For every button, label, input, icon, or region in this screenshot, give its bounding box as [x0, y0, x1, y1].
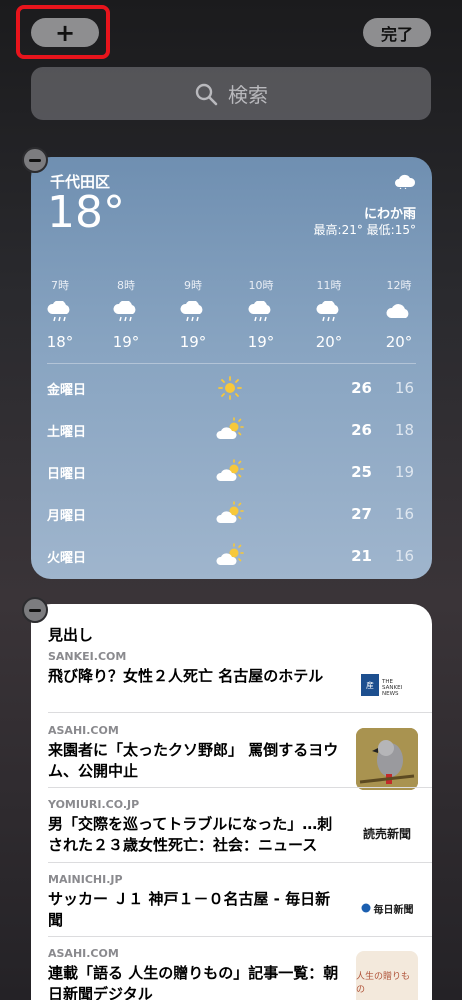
story-headline: 飛び降り？女性２人死亡 名古屋のホテル	[48, 667, 324, 685]
daily-row: 火曜日 21 16	[47, 535, 416, 577]
hour-temp: 20°	[385, 333, 413, 351]
news-story[interactable]: MAINICHI.JP サッカー Ｊ１ 神戸１－０名古屋 - 毎日新聞 毎日新聞	[48, 873, 418, 931]
day-high: 21	[351, 547, 372, 565]
day-name: 土曜日	[47, 424, 87, 440]
day-high: 27	[351, 505, 372, 523]
weather-hilo: 最高:21° 最低:15°	[313, 223, 416, 237]
svg-text:NEWS: NEWS	[382, 691, 399, 697]
divider	[48, 787, 432, 788]
remove-weather-widget-button[interactable]	[22, 147, 48, 173]
mainichi-logo-text: 毎日新聞	[373, 904, 414, 916]
rain-icon	[248, 300, 271, 322]
thumbnail-text: 人生の贈りもの	[356, 972, 411, 995]
day-low: 18	[394, 421, 414, 439]
day-low: 16	[394, 379, 414, 397]
hourly-item: 7時 18°	[38, 277, 82, 351]
partly-cloudy-icon	[216, 417, 244, 439]
day-name: 月曜日	[47, 508, 87, 524]
hourly-item: 8時 19°	[104, 277, 148, 351]
story-headline: 連載「語る 人生の贈りもの」記事一覧：朝日新聞デジタル	[48, 964, 339, 1000]
news-story[interactable]: ASAHI.COM 来園者に「太ったクソ野郎」 罵倒するヨウム、公開中止	[48, 724, 418, 790]
cloud-icon	[395, 174, 416, 189]
hour-time: 11時	[316, 279, 342, 292]
yomiuri-logo: 読売新聞	[356, 802, 418, 864]
news-story[interactable]: YOMIURI.CO.JP 男「交際を巡ってトラブルになった」…刺された２３歳女…	[48, 798, 418, 856]
divider	[48, 712, 432, 713]
search-placeholder: 検索	[228, 83, 268, 107]
weather-condition: にわか雨	[363, 207, 416, 222]
daily-forecast: 金曜日 26 16 土曜日 26 18 日曜日 25 19 月曜日 27 16 …	[47, 367, 416, 577]
news-story[interactable]: SANKEI.COM 飛び降り？女性２人死亡 名古屋のホテル 産 THE SANKE…	[48, 650, 418, 697]
sun-icon	[218, 376, 242, 400]
day-low: 19	[394, 463, 414, 481]
remove-news-widget-button[interactable]	[22, 597, 48, 623]
add-widget-button[interactable]: +	[31, 18, 99, 47]
done-button[interactable]: 完了	[363, 18, 431, 47]
news-story[interactable]: ASAHI.COM 連載「語る 人生の贈りもの」記事一覧：朝日新聞デジタル 人生…	[48, 947, 418, 1000]
news-widget[interactable]: 見出し SANKEI.COM 飛び降り？女性２人死亡 名古屋のホテル 産 THE S…	[31, 604, 432, 1000]
rain-icon	[316, 300, 339, 322]
day-name: 火曜日	[47, 550, 87, 566]
svg-text:産: 産	[366, 680, 374, 690]
rain-icon	[47, 300, 70, 322]
weather-temperature: 18°	[47, 187, 125, 238]
hour-temp: 19°	[247, 333, 275, 351]
partly-cloudy-icon	[216, 459, 244, 481]
hourly-item: 12時 20°	[377, 277, 421, 351]
hourly-item: 9時 19°	[171, 277, 215, 351]
hour-time: 10時	[248, 279, 274, 292]
search-field[interactable]: 検索	[31, 67, 431, 120]
rain-icon	[180, 300, 203, 322]
parrot-thumbnail	[356, 728, 418, 790]
divider	[48, 862, 432, 863]
story-headline: サッカー Ｊ１ 神戸１－０名古屋 - 毎日新聞	[48, 890, 331, 929]
day-high: 26	[351, 421, 372, 439]
divider	[47, 363, 416, 364]
partly-cloudy-icon	[216, 501, 244, 523]
daily-row: 月曜日 27 16	[47, 493, 416, 535]
daily-row: 日曜日 25 19	[47, 451, 416, 493]
day-name: 日曜日	[47, 466, 87, 482]
partly-cloudy-icon	[216, 543, 244, 565]
divider	[48, 936, 432, 937]
add-label: +	[54, 18, 76, 47]
hour-time: 7時	[51, 279, 69, 292]
day-low: 16	[394, 547, 414, 565]
hour-temp: 19°	[112, 333, 140, 351]
daily-row: 土曜日 26 18	[47, 409, 416, 451]
daily-row: 金曜日 26 16	[47, 367, 416, 409]
story-headline: 来園者に「太ったクソ野郎」 罵倒するヨウム、公開中止	[48, 741, 339, 780]
day-name: 金曜日	[47, 382, 87, 398]
yomiuri-logo-text: 読売新聞	[362, 826, 411, 841]
search-icon	[195, 83, 218, 105]
hour-time: 9時	[184, 279, 202, 292]
hour-time: 12時	[386, 279, 412, 292]
article-thumbnail: 人生の贈りもの	[356, 951, 418, 1000]
day-high: 26	[351, 379, 372, 397]
hour-temp: 19°	[179, 333, 207, 351]
hour-temp: 18°	[46, 333, 74, 351]
weather-widget[interactable]: 千代田区 18° にわか雨 最高:21° 最低:15° 7時 18° 8時 19…	[31, 157, 432, 579]
cloud-icon	[386, 304, 409, 318]
hourly-forecast: 7時 18° 8時 19° 9時 19° 10時 19° 11時 20° 12時…	[31, 277, 432, 357]
story-headline: 男「交際を巡ってトラブルになった」…刺された２３歳女性死亡：社会：ニュース	[48, 815, 333, 854]
mainichi-logo: 毎日新聞	[356, 877, 418, 939]
news-widget-title: 見出し	[48, 626, 94, 644]
hourly-item: 11時 20°	[307, 277, 351, 351]
hourly-item: 10時 19°	[239, 277, 283, 351]
day-high: 25	[351, 463, 372, 481]
hour-temp: 20°	[315, 333, 343, 351]
hour-time: 8時	[117, 279, 135, 292]
day-low: 16	[394, 505, 414, 523]
rain-icon	[113, 300, 136, 322]
sankei-logo: 産 THE SANKEI NEWS	[356, 654, 418, 716]
